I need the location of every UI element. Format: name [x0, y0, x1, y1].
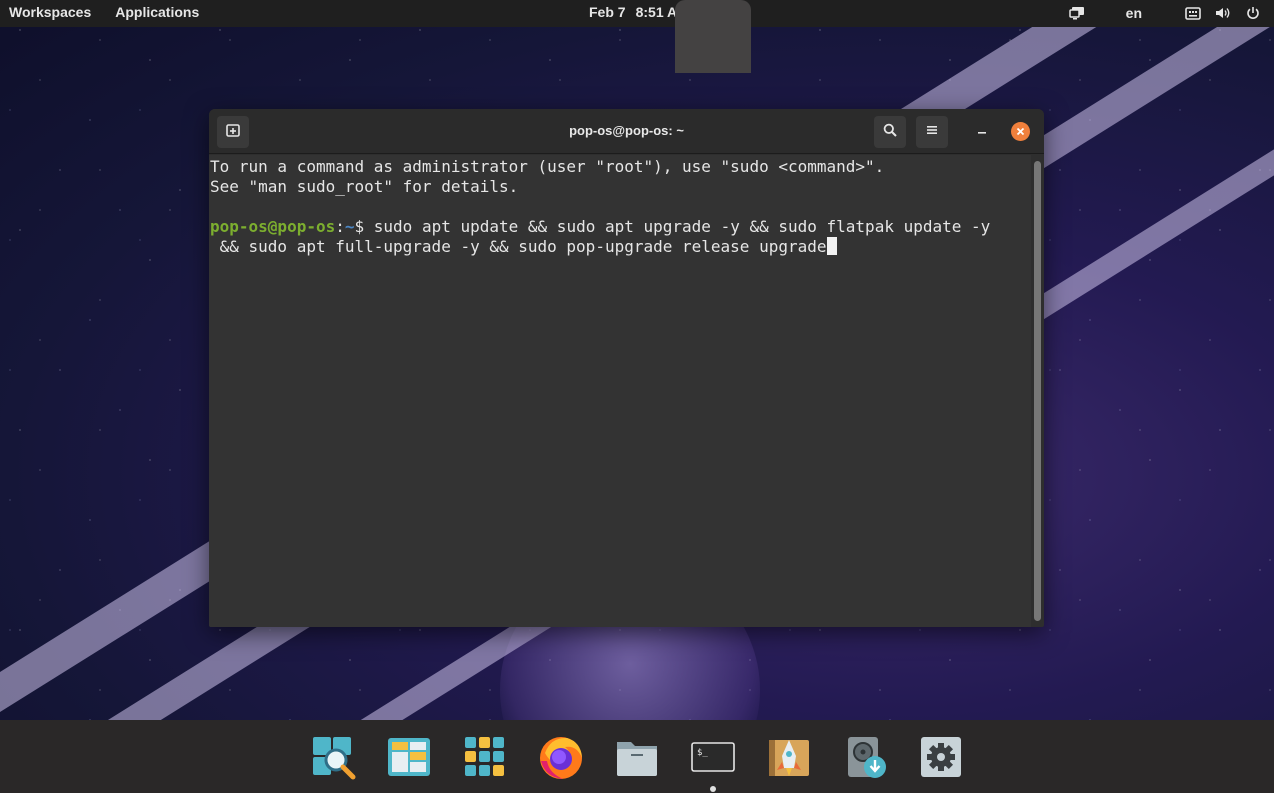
dock-item-files[interactable] [613, 735, 661, 783]
terminal-window[interactable]: pop-os@pop-os: ~ To run a command as adm… [209, 109, 1044, 627]
clock-date: Feb 7 [589, 4, 626, 20]
terminal-prompt-line: pop-os@pop-os:~$ sudo apt update && sudo… [210, 217, 1030, 237]
dock-item-settings[interactable] [917, 735, 965, 783]
terminal-line: To run a command as administrator (user … [210, 157, 885, 176]
terminal-line: See "man sudo_root" for details. [210, 177, 519, 196]
svg-text:$_: $_ [697, 748, 708, 758]
dock-item-workspaces[interactable] [385, 735, 433, 783]
terminal-output[interactable]: To run a command as administrator (user … [209, 155, 1031, 627]
volume-icon[interactable] [1214, 4, 1232, 22]
terminal-command-continuation: && sudo apt full-upgrade -y && sudo pop-… [210, 237, 1030, 257]
menu-button[interactable] [916, 116, 948, 148]
display-icon[interactable] [1068, 4, 1086, 22]
command-text-continued: && sudo apt full-upgrade -y && sudo pop-… [210, 237, 827, 256]
close-button[interactable] [1011, 122, 1030, 141]
power-icon[interactable] [1244, 4, 1262, 22]
command-text: sudo apt update && sudo apt upgrade -y &… [373, 217, 991, 236]
workspaces-button[interactable]: Workspaces [9, 4, 91, 20]
text-cursor [826, 237, 837, 255]
search-icon [883, 123, 897, 142]
prompt-dollar: $ [354, 217, 374, 236]
pop-shop-icon [766, 734, 812, 785]
terminal-scrollbar[interactable] [1034, 161, 1041, 621]
window-headerbar[interactable]: pop-os@pop-os: ~ [209, 109, 1044, 154]
settings-icon [919, 735, 963, 784]
files-icon [614, 734, 660, 785]
dock-item-terminal[interactable]: $_ [689, 735, 737, 783]
keyboard-icon[interactable] [1184, 4, 1202, 22]
terminal-icon: $_ [690, 734, 736, 785]
prompt-separator: : [335, 217, 345, 236]
language-indicator[interactable]: en [1126, 5, 1142, 21]
firefox-icon [537, 733, 585, 786]
minimize-icon [977, 122, 987, 140]
prompt-path: ~ [344, 217, 355, 236]
search-button[interactable] [874, 116, 906, 148]
dock-item-disk-utility[interactable] [841, 735, 889, 783]
dock-item-firefox[interactable] [537, 735, 585, 783]
disk-utility-icon [842, 734, 888, 785]
dock-item-search[interactable] [309, 735, 357, 783]
applications-button[interactable]: Applications [115, 4, 199, 20]
workspaces-app-icon [386, 734, 432, 785]
menu-icon [926, 123, 938, 141]
dock-running-indicator [710, 786, 716, 792]
search-app-icon [310, 734, 356, 785]
dock-item-pop-shop[interactable] [765, 735, 813, 783]
top-panel: Workspaces Applications Feb 7 8:51 AM en [0, 0, 1274, 27]
prompt-user: pop-os@pop-os [210, 217, 336, 236]
close-icon [1016, 123, 1025, 141]
dock-item-app-library[interactable] [461, 735, 509, 783]
clock-button[interactable]: Feb 7 8:51 AM [589, 4, 689, 20]
minimize-button[interactable] [972, 121, 992, 141]
app-library-icon [462, 734, 508, 785]
dock-active-highlight [675, 0, 751, 73]
